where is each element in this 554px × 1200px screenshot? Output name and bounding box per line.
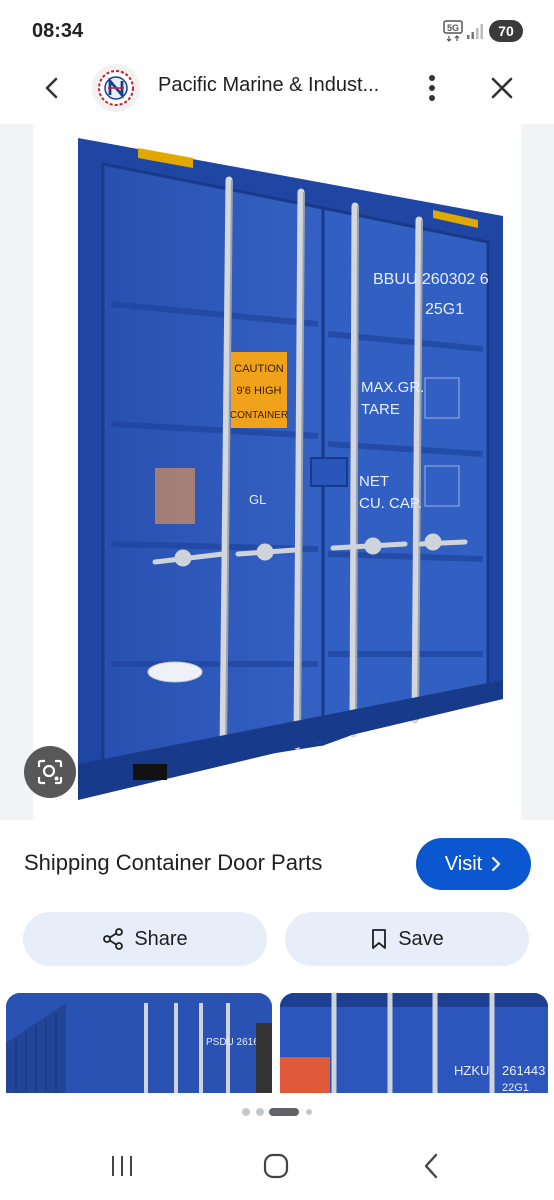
related-image-1[interactable]: PSDU 261625 [6,993,272,1093]
svg-text:BBUU 260302 6: BBUU 260302 6 [373,271,489,288]
visit-button[interactable]: Visit [416,838,531,890]
more-vert-icon[interactable] [416,70,448,106]
container-door-image[interactable]: CAUTION 9'6 HIGH CONTAINER BBUU 260302 6… [33,124,521,820]
status-time: 08:34 [32,20,84,42]
save-button[interactable]: Save [285,912,529,966]
bookmark-icon [372,929,387,949]
svg-text:CU. CAP.: CU. CAP. [359,495,422,512]
nav-back-icon[interactable] [418,1152,446,1180]
site-logo-icon [98,70,134,106]
svg-text:MAX.GR.: MAX.GR. [361,379,424,396]
svg-text:CAUTION: CAUTION [234,363,284,375]
svg-text:5G: 5G [447,23,459,33]
svg-text:25G1: 25G1 [425,301,464,318]
related-image-2-photo: HZKU 261443 22G1 [280,993,548,1093]
svg-text:CONTAINER: CONTAINER [230,410,288,421]
svg-text:9'6 HIGH: 9'6 HIGH [237,385,282,397]
back-arrow-icon[interactable] [36,72,68,104]
home-icon[interactable] [262,1152,290,1180]
recent-apps-icon[interactable] [108,1152,136,1180]
save-label: Save [398,927,444,950]
battery-indicator: 70 [489,20,523,42]
close-icon[interactable] [486,70,518,106]
related-image-1-photo: PSDU 261625 [6,993,272,1093]
image-viewer: CAUTION 9'6 HIGH CONTAINER BBUU 260302 6… [0,124,554,820]
share-icon [103,928,124,950]
svg-text:261443: 261443 [502,1063,545,1078]
svg-text:HZKU: HZKU [454,1063,489,1078]
page-header: Pacific Marine & Indust... [0,60,554,116]
visit-label: Visit [444,852,483,875]
svg-text:TARE: TARE [361,401,400,418]
lens-search-button[interactable] [24,746,76,798]
related-image-2[interactable]: HZKU 261443 22G1 [280,993,548,1093]
share-label: Share [134,927,188,950]
site-title[interactable]: Pacific Marine & Indust... [158,74,379,97]
related-images: PSDU 261625 HZKU 261443 22G1 [0,993,554,1093]
lens-icon [37,759,63,785]
network-5g-icon: 5G [443,20,463,42]
share-button[interactable]: Share [23,912,267,966]
page-indicator [242,1108,312,1116]
container-photo: CAUTION 9'6 HIGH CONTAINER BBUU 260302 6… [78,138,503,800]
signal-icon [467,24,483,39]
svg-text:22G1: 22G1 [502,1082,529,1093]
status-bar: 08:34 5G 70 [0,0,554,60]
system-nav-bar [0,1136,554,1200]
site-logo[interactable] [92,64,140,112]
svg-text:GL: GL [249,492,266,507]
svg-text:NET: NET [359,473,389,490]
image-caption: Shipping Container Door Parts [24,850,323,875]
chevron-right-icon [492,856,501,872]
